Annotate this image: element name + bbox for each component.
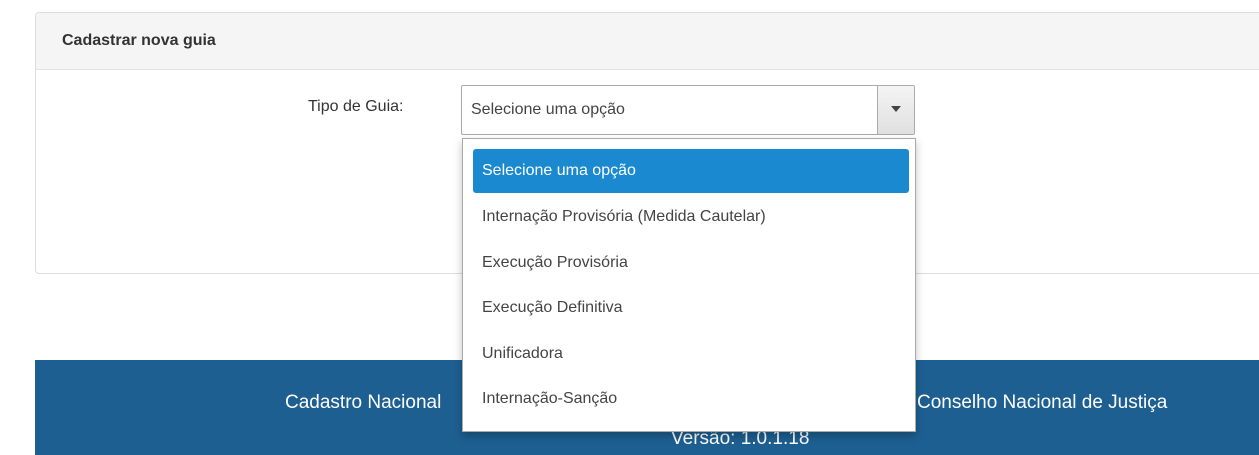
- dropdown-option-unificadora[interactable]: Unificadora: [473, 332, 909, 376]
- footer-system-name: Cadastro Nacional: [285, 392, 442, 413]
- dropdown-toggle-button[interactable]: [877, 86, 914, 134]
- guide-type-label: Tipo de Guia:: [308, 98, 404, 115]
- dropdown-option-internacao-sancao[interactable]: Internação-Sanção: [473, 377, 909, 421]
- footer-organization: Conselho Nacional de Justiça: [917, 392, 1168, 413]
- dropdown-option-execucao-provisoria[interactable]: Execução Provisória: [473, 241, 909, 285]
- guide-type-dropdown-list: Selecione uma opção Internação Provisóri…: [462, 138, 916, 432]
- dropdown-option-execucao-definitiva[interactable]: Execução Definitiva: [473, 286, 909, 330]
- guide-type-select[interactable]: Selecione uma opção: [461, 85, 915, 135]
- guide-type-select-value: Selecione uma opção: [471, 101, 625, 118]
- panel-title: Cadastrar nova guia: [36, 13, 1259, 70]
- dropdown-option-select-one[interactable]: Selecione uma opção: [473, 149, 909, 193]
- chevron-down-icon: [891, 106, 901, 112]
- dropdown-option-internacao-provisoria[interactable]: Internação Provisória (Medida Cautelar): [473, 195, 909, 239]
